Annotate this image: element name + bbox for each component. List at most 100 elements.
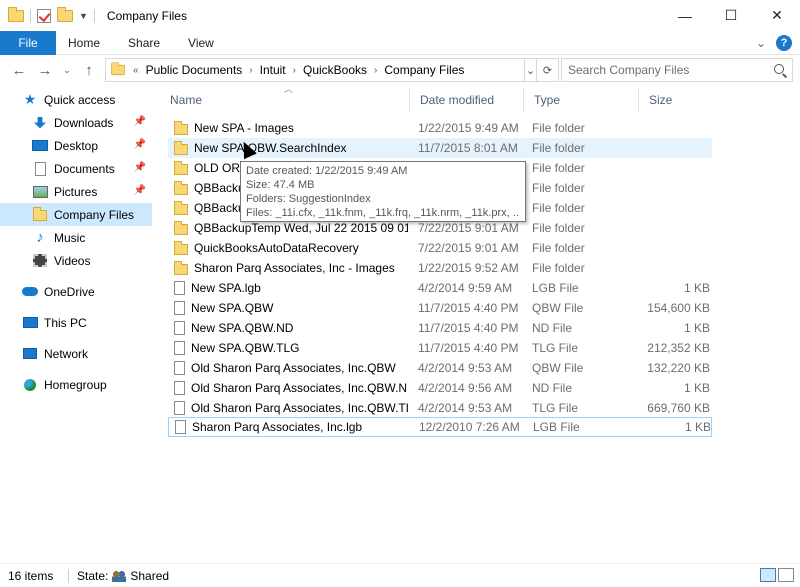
pin-icon[interactable]: 📌 (134, 185, 146, 196)
folder-icon (32, 207, 48, 222)
folder-icon (174, 241, 188, 255)
table-row[interactable]: New SPA.lgb 4/2/2014 9:59 AM LGB File 1 … (168, 278, 712, 298)
breadcrumb-public-documents[interactable]: Public Documents (142, 63, 247, 77)
file-icon (174, 301, 185, 315)
table-row[interactable]: New SPA.QBW.ND 11/7/2015 4:40 PM ND File… (168, 318, 712, 338)
expand-ribbon-icon[interactable]: ⌄ (756, 36, 766, 50)
file-date: 11/7/2015 8:01 AM (418, 141, 518, 155)
file-name: Old Sharon Parq Associates, Inc.QBW.ND (191, 381, 408, 395)
address-dropdown-button[interactable]: ⌄ (525, 58, 537, 82)
table-row[interactable]: QuickBooksAutoDataRecovery 7/22/2015 9:0… (168, 238, 712, 258)
view-switcher (760, 568, 794, 582)
column-header-date[interactable]: Date modified (410, 88, 524, 112)
sidebar-item-label: Documents (54, 161, 115, 176)
new-folder-icon[interactable] (57, 6, 73, 22)
table-row[interactable]: New SPA.QBW.TLG 11/7/2015 4:40 PM TLG Fi… (168, 338, 712, 358)
tooltip-date-created: Date created: 1/22/2015 9:49 AM (246, 165, 408, 177)
file-type: ND File (532, 381, 573, 395)
chevron-right-icon[interactable]: › (290, 65, 299, 76)
sidebar-item-company-files[interactable]: Company Files (0, 203, 152, 226)
column-header-type[interactable]: Type (524, 88, 639, 112)
file-type: File folder (532, 181, 585, 195)
address-bar[interactable]: « Public Documents › Intuit › QuickBooks… (105, 58, 525, 82)
sidebar-item-downloads[interactable]: Downloads 📌 (0, 111, 152, 134)
column-header-size[interactable]: Size (639, 88, 711, 112)
tab-home[interactable]: Home (56, 31, 114, 55)
sidebar-item-videos[interactable]: Videos (0, 249, 152, 272)
large-icons-view-icon[interactable] (778, 568, 794, 582)
search-input[interactable] (568, 63, 764, 77)
close-button[interactable]: ✕ (754, 0, 800, 31)
table-row[interactable]: New SPA - Images 1/22/2015 9:49 AM File … (168, 118, 712, 138)
sidebar-item-pictures[interactable]: Pictures 📌 (0, 180, 152, 203)
ribbon-tabs: File Home Share View ⌄ ? (0, 30, 800, 55)
sidebar-item-network[interactable]: Network (0, 342, 152, 365)
toolbar-separator (30, 8, 31, 23)
maximize-button[interactable]: ☐ (708, 0, 754, 31)
table-row[interactable]: Old Sharon Parq Associates, Inc.QBW.TLG … (168, 398, 712, 418)
overflow-chevron[interactable]: « (130, 65, 142, 76)
file-name: New SPA.QBW.TLG (191, 341, 300, 355)
sidebar-item-onedrive[interactable]: OneDrive (0, 280, 152, 303)
sidebar-item-homegroup[interactable]: Homegroup (0, 373, 152, 396)
tab-view[interactable]: View (174, 31, 228, 55)
sidebar-item-desktop[interactable]: Desktop 📌 (0, 134, 152, 157)
sidebar-item-documents[interactable]: Documents 📌 (0, 157, 152, 180)
back-button[interactable]: ← (6, 57, 32, 83)
tab-share[interactable]: Share (114, 31, 174, 55)
chevron-right-icon[interactable]: › (246, 65, 255, 76)
recent-locations-button[interactable]: ⌄ (58, 57, 76, 83)
file-type: LGB File (533, 420, 580, 434)
table-row[interactable]: New SPA.QBW 11/7/2015 4:40 PM QBW File 1… (168, 298, 712, 318)
sidebar-item-label: Pictures (54, 184, 98, 199)
folder-icon (174, 121, 188, 135)
videos-icon (32, 254, 48, 268)
file-date: 4/2/2014 9:53 AM (418, 401, 513, 415)
file-date: 1/22/2015 9:49 AM (418, 121, 519, 135)
file-name: New SPA.QBW.ND (191, 321, 294, 335)
folder-icon[interactable] (8, 6, 24, 22)
sidebar-item-music[interactable]: ♪ Music (0, 226, 152, 249)
pin-icon[interactable]: 📌 (134, 116, 146, 127)
folder-icon (174, 141, 188, 155)
up-button[interactable]: ↑ (76, 57, 102, 83)
file-date: 11/7/2015 4:40 PM (418, 321, 519, 335)
table-row[interactable]: Old Sharon Parq Associates, Inc.QBW.ND 4… (168, 378, 712, 398)
star-icon: ★ (23, 91, 37, 107)
file-icon (174, 381, 185, 395)
music-icon: ♪ (36, 229, 44, 246)
table-row[interactable]: Old Sharon Parq Associates, Inc.QBW 4/2/… (168, 358, 712, 378)
pin-icon[interactable]: 📌 (134, 162, 146, 173)
minimize-button[interactable]: — (662, 0, 708, 31)
breadcrumb-intuit[interactable]: Intuit (256, 63, 290, 77)
pin-icon[interactable]: 📌 (134, 139, 146, 150)
properties-icon[interactable] (37, 8, 51, 23)
sidebar-item-label: OneDrive (44, 284, 95, 299)
table-row[interactable]: Sharon Parq Associates, Inc.lgb 12/2/201… (168, 417, 712, 437)
breadcrumb-quickbooks[interactable]: QuickBooks (299, 63, 371, 77)
homegroup-icon (22, 378, 38, 392)
table-row[interactable]: Sharon Parq Associates, Inc - Images 1/2… (168, 258, 712, 278)
breadcrumb-company-files[interactable]: Company Files (380, 63, 468, 77)
customize-toolbar-icon[interactable]: ▼ (79, 11, 88, 21)
refresh-button[interactable]: ⟳ (537, 58, 559, 82)
help-icon[interactable]: ? (776, 35, 792, 51)
sidebar-item-quick-access[interactable]: ★ Quick access (0, 88, 152, 111)
tab-file[interactable]: File (0, 30, 56, 55)
column-header-name[interactable]: Name (160, 88, 410, 112)
chevron-right-icon[interactable]: › (371, 65, 380, 76)
file-list: ︿ Name Date modified Type Size New SPA -… (160, 84, 786, 558)
details-view-icon[interactable] (760, 568, 776, 582)
status-separator (68, 568, 69, 583)
quick-access-toolbar: ▼ (0, 6, 95, 23)
sidebar-item-this-pc[interactable]: This PC (0, 311, 152, 334)
desktop-icon (32, 139, 48, 153)
search-box[interactable] (561, 58, 793, 82)
forward-button[interactable]: → (32, 57, 58, 83)
navigation-bar: ← → ⌄ ↑ « Public Documents › Intuit › Qu… (0, 56, 800, 84)
file-type: LGB File (532, 281, 579, 295)
sidebar-item-label: Downloads (54, 115, 114, 130)
search-icon[interactable] (774, 64, 784, 74)
